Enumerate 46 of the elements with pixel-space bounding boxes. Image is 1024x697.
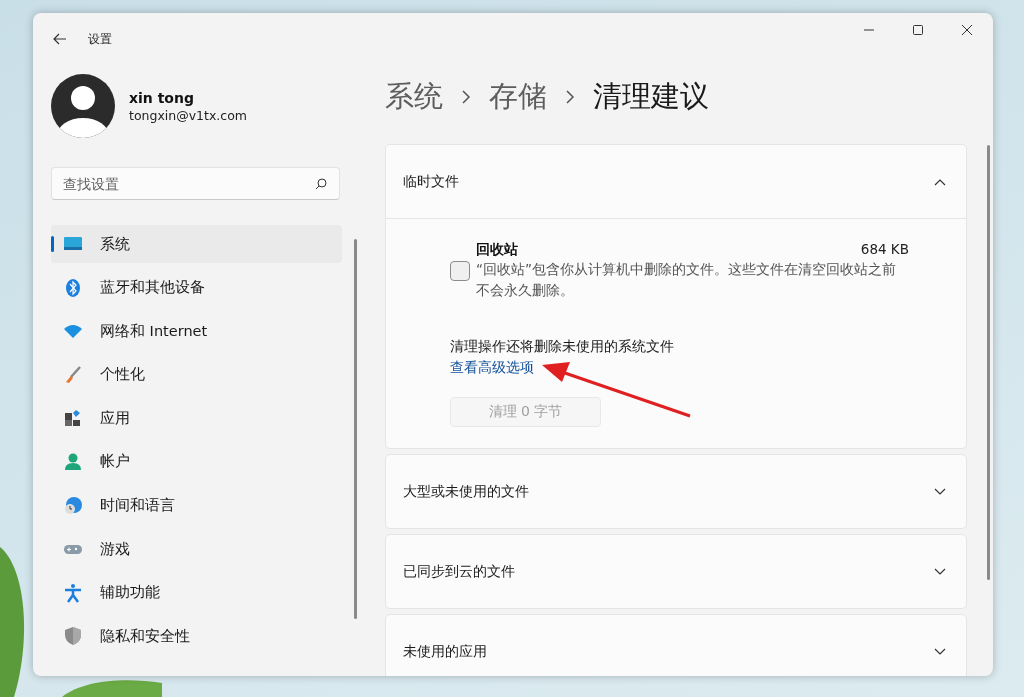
accessibility-icon — [63, 582, 83, 603]
window-title: 设置 — [88, 30, 112, 48]
chevron-right-icon — [461, 90, 471, 104]
user-email: tongxin@v1tx.com — [129, 107, 248, 123]
checkbox[interactable] — [450, 261, 470, 281]
nav-item[interactable]: 应用 — [51, 399, 342, 438]
nav-item[interactable]: 辅助功能 — [51, 573, 342, 612]
maximize-icon[interactable] — [912, 24, 924, 36]
chevron-right-icon — [565, 90, 575, 104]
search-field[interactable]: 查找设置 — [51, 167, 340, 200]
chevron-up-icon[interactable] — [934, 177, 946, 186]
item-description: “回收站”包含你从计算机中删除的文件。这些文件在清空回收站之前不会永久删除。 — [476, 260, 896, 300]
chevron-down-icon[interactable] — [934, 647, 946, 656]
section-header[interactable]: 未使用的应用 — [386, 615, 966, 676]
nav-item[interactable]: 帐户 — [51, 442, 342, 481]
shield-icon — [63, 626, 83, 647]
nav-item[interactable]: 蓝牙和其他设备 — [51, 268, 342, 307]
section-header[interactable]: 临时文件 — [386, 145, 966, 218]
chevron-down-icon[interactable] — [934, 567, 946, 576]
search-icon[interactable] — [315, 178, 327, 190]
advanced-options-link[interactable]: 查看高级选项 — [450, 359, 534, 377]
person-icon — [63, 451, 83, 472]
apps-icon — [63, 408, 83, 429]
nav-item[interactable]: 系统 — [51, 225, 342, 263]
nav-item[interactable]: 个性化 — [51, 355, 342, 394]
bluetooth-icon — [63, 277, 83, 298]
breadcrumb-item[interactable]: 系统 — [385, 77, 443, 117]
nav-item[interactable]: 网络和 Internet — [51, 312, 342, 351]
paintbrush-icon — [63, 364, 83, 385]
globe-clock-icon — [63, 495, 83, 516]
scrollbar[interactable] — [354, 239, 357, 619]
nav-item[interactable]: 时间和语言 — [51, 486, 342, 525]
nav-item[interactable]: 隐私和安全性 — [51, 617, 342, 656]
breadcrumb-item[interactable]: 存储 — [489, 77, 547, 117]
close-icon[interactable] — [961, 24, 973, 36]
nav-item[interactable]: 游戏 — [51, 530, 342, 569]
chevron-down-icon[interactable] — [934, 487, 946, 496]
section-header[interactable]: 已同步到云的文件 — [386, 535, 966, 608]
breadcrumb-item: 清理建议 — [593, 78, 709, 115]
user-name: xin tong — [129, 89, 195, 106]
section-header[interactable]: 大型或未使用的文件 — [386, 455, 966, 528]
scrollbar[interactable] — [987, 145, 990, 580]
item-title: 回收站 — [476, 241, 518, 259]
note-text: 清理操作还将删除未使用的系统文件 — [450, 338, 674, 356]
back-arrow-icon[interactable] — [53, 33, 67, 45]
item-size: 684 KB — [860, 241, 909, 259]
